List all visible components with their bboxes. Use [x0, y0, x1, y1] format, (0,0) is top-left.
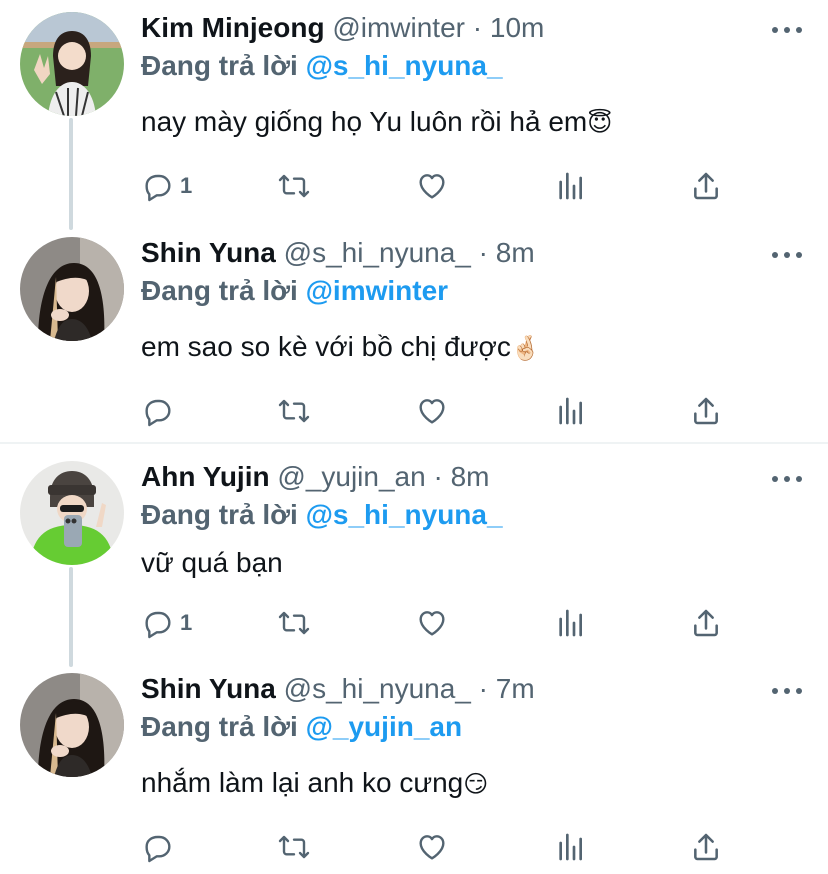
reply-button[interactable] [142, 827, 180, 867]
like-icon [416, 170, 448, 202]
replying-to: Đang trả lời @imwinter [141, 273, 448, 309]
user-handle[interactable]: @imwinter [332, 12, 465, 43]
views-icon [554, 831, 586, 863]
user-handle[interactable]: @s_hi_nyuna_ [284, 237, 471, 268]
reply-icon [142, 395, 174, 427]
share-icon [690, 395, 722, 427]
tweet-actions: 1 [0, 603, 828, 643]
timestamp[interactable]: · 8m [479, 237, 535, 268]
display-name[interactable]: Ahn Yujin [141, 461, 270, 492]
tweet-text-body: nhắm làm lại anh ko cưng [141, 767, 464, 798]
replying-to: Đang trả lời @s_hi_nyuna_ [141, 497, 503, 533]
replying-to-handle[interactable]: @s_hi_nyuna_ [306, 50, 503, 81]
reply-button[interactable] [142, 391, 180, 431]
more-icon[interactable] [772, 681, 802, 701]
replying-to: Đang trả lời @s_hi_nyuna_ [141, 48, 503, 84]
avatar-image-icon [20, 461, 124, 565]
share-button[interactable] [690, 827, 722, 867]
display-name[interactable]: Shin Yuna [141, 673, 276, 704]
replying-to-label: Đang trả lời [141, 711, 298, 742]
reply-count: 1 [180, 610, 193, 635]
avatar-image-icon [20, 673, 124, 777]
replying-to-label: Đang trả lời [141, 275, 298, 306]
share-icon [690, 607, 722, 639]
replying-to: Đang trả lời @_yujin_an [141, 709, 462, 745]
views-icon [554, 395, 586, 427]
tweet-kim-minjeong[interactable]: Kim Minjeong @imwinter · 10m Đang trả lờ… [0, 0, 828, 220]
like-button[interactable] [416, 827, 448, 867]
tweet-text: nhắm làm lại anh ko cưng😏 [141, 765, 488, 803]
tweet-text-body: vữ quá bạn [141, 547, 283, 578]
replying-to-handle[interactable]: @_yujin_an [306, 711, 462, 742]
more-icon[interactable] [772, 245, 802, 265]
tweet-actions: 1 [0, 166, 828, 206]
like-button[interactable] [416, 603, 448, 643]
display-name[interactable]: Shin Yuna [141, 237, 276, 268]
tweet-text: vữ quá bạn [141, 545, 283, 581]
retweet-icon [278, 395, 310, 427]
retweet-icon [278, 831, 310, 863]
avatar[interactable] [20, 12, 124, 116]
views-button[interactable] [554, 827, 586, 867]
replying-to-handle[interactable]: @s_hi_nyuna_ [306, 499, 503, 530]
like-icon [416, 395, 448, 427]
share-button[interactable] [690, 166, 722, 206]
retweet-icon [278, 607, 310, 639]
tweet-ahn-yujin[interactable]: Ahn Yujin @_yujin_an · 8m Đang trả lời @… [0, 449, 828, 664]
retweet-button[interactable] [278, 827, 310, 867]
tweet-actions [0, 391, 828, 431]
like-button[interactable] [416, 391, 448, 431]
tweet-text: em sao so kè với bồ chị được🤞🏻 [141, 329, 541, 367]
avatar-image-icon [20, 237, 124, 341]
retweet-button[interactable] [278, 166, 310, 206]
thread-divider [0, 442, 828, 444]
like-button[interactable] [416, 166, 448, 206]
reply-icon [142, 831, 174, 863]
tweet-shin-yuna-2[interactable]: Shin Yuna @s_hi_nyuna_ · 7m Đang trả lời… [0, 661, 828, 874]
views-icon [554, 170, 586, 202]
views-button[interactable] [554, 391, 586, 431]
tweet-emoji: 😇 [587, 110, 613, 137]
tweet-actions [0, 827, 828, 867]
retweet-button[interactable] [278, 603, 310, 643]
avatar-image-icon [20, 12, 124, 116]
reply-button[interactable]: 1 [142, 166, 192, 206]
tweet-emoji: 😏 [463, 771, 489, 798]
reply-count: 1 [180, 173, 193, 198]
user-handle[interactable]: @s_hi_nyuna_ [284, 673, 471, 704]
user-handle[interactable]: @_yujin_an [277, 461, 425, 492]
share-button[interactable] [690, 391, 722, 431]
tweet-text-body: nay mày giống họ Yu luôn rồi hả em [141, 106, 588, 137]
replying-to-handle[interactable]: @imwinter [306, 275, 448, 306]
like-icon [416, 831, 448, 863]
avatar[interactable] [20, 237, 124, 341]
views-icon [554, 607, 586, 639]
more-icon[interactable] [772, 20, 802, 40]
more-icon[interactable] [772, 469, 802, 489]
reply-icon [142, 607, 174, 639]
share-icon [690, 831, 722, 863]
views-button[interactable] [554, 166, 586, 206]
replying-to-label: Đang trả lời [141, 50, 298, 81]
views-button[interactable] [554, 603, 586, 643]
retweet-button[interactable] [278, 391, 310, 431]
tweet-emoji: 🤞🏻 [510, 335, 541, 362]
timestamp[interactable]: · 8m [433, 461, 489, 492]
avatar[interactable] [20, 461, 124, 565]
display-name[interactable]: Kim Minjeong [141, 12, 325, 43]
tweet-text: nay mày giống họ Yu luôn rồi hả em😇 [141, 104, 612, 142]
share-button[interactable] [690, 603, 722, 643]
tweet-text-body: em sao so kè với bồ chị được [141, 331, 511, 362]
avatar[interactable] [20, 673, 124, 777]
timestamp[interactable]: · 10m [473, 12, 545, 43]
reply-button[interactable]: 1 [142, 603, 192, 643]
like-icon [416, 607, 448, 639]
retweet-icon [278, 170, 310, 202]
replying-to-label: Đang trả lời [141, 499, 298, 530]
reply-icon [142, 170, 174, 202]
timestamp[interactable]: · 7m [479, 673, 535, 704]
share-icon [690, 170, 722, 202]
tweet-shin-yuna-1[interactable]: Shin Yuna @s_hi_nyuna_ · 8m Đang trả lời… [0, 225, 828, 440]
